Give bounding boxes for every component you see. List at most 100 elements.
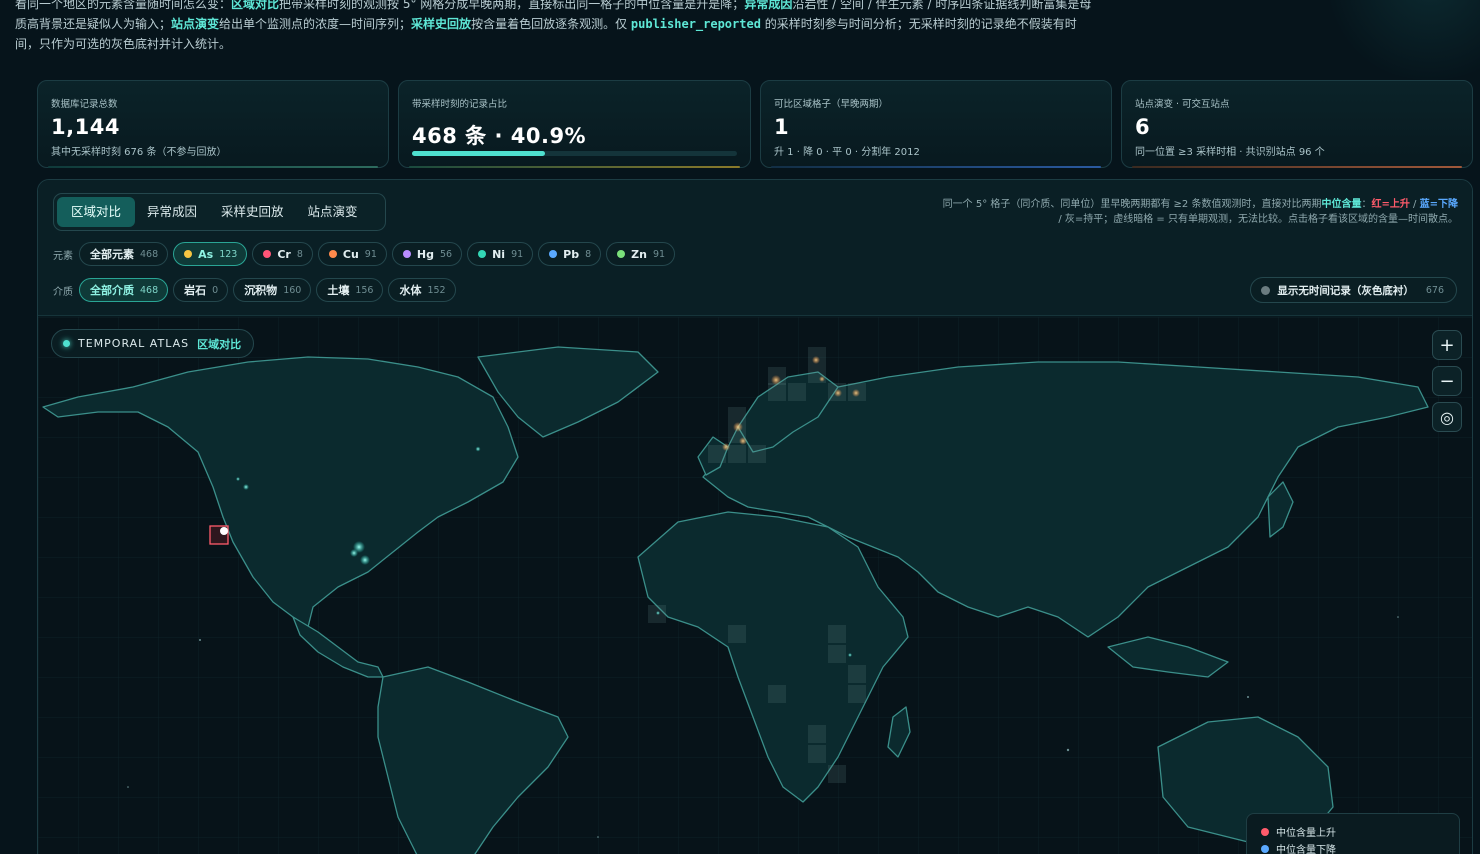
element-chip[interactable]: Hg 56 xyxy=(391,242,463,266)
stat-card-sites: 站点演变 · 可交互站点 6 同一位置 ≥3 采样时相 · 共识别站点 96 个 xyxy=(1121,80,1473,168)
element-chip-name: Pb xyxy=(563,247,580,261)
color-dot-icon xyxy=(549,250,558,258)
medium-chip-count: 468 xyxy=(140,284,159,296)
stat-label: 站点演变 · 可交互站点 xyxy=(1135,99,1230,110)
element-chip-name: Hg xyxy=(416,247,434,261)
element-chip-name: Ni xyxy=(492,247,506,261)
color-dot-icon xyxy=(184,250,193,258)
element-chip[interactable]: 全部元素 468 xyxy=(79,242,169,266)
medium-filter-label: 介质 xyxy=(53,286,73,298)
element-filter-label: 元素 xyxy=(53,250,73,262)
tab-sampling-replay[interactable]: 采样史回放 xyxy=(209,197,296,227)
element-chip-count: 123 xyxy=(219,248,238,260)
untimed-toggle-label: 显示无时间记录（灰色底衬） xyxy=(1277,284,1414,297)
element-chip-name: Cr xyxy=(277,247,291,261)
stat-sub: 其中无采样时刻 676 条（不参与回放） xyxy=(51,147,227,158)
intro-text: 看同一个地区的元素含量随时间怎么变：区域对比把带采样时刻的观测按 5° 网格分成… xyxy=(15,0,1105,54)
color-dot-icon xyxy=(263,250,272,258)
element-chip-count: 8 xyxy=(585,248,592,260)
stat-label: 可比区域格子（早晚两期） xyxy=(774,99,889,110)
color-dot-icon xyxy=(617,250,626,258)
atlas-mode: 区域对比 xyxy=(197,337,242,351)
tab-region-compare[interactable]: 区域对比 xyxy=(57,197,136,227)
medium-chip-count: 156 xyxy=(355,284,374,296)
medium-chip-count: 160 xyxy=(283,284,302,296)
selected-cell-marker xyxy=(220,527,228,535)
stat-value: 1 xyxy=(774,115,790,139)
tab-anomaly-cause[interactable]: 异常成因 xyxy=(135,197,209,227)
medium-chip[interactable]: 水体 152 xyxy=(388,278,456,302)
atlas-panel: 区域对比 异常成因 采样史回放 站点演变 同一个 5° 格子（同介质、同单位）里… xyxy=(37,179,1473,854)
element-chip[interactable]: Cu 91 xyxy=(317,242,387,266)
medium-chip[interactable]: 岩石 0 xyxy=(173,278,229,302)
atlas-title: TEMPORAL ATLAS xyxy=(78,337,190,350)
view-hint: 同一个 5° 格子（同介质、同单位）里早晚两期都有 ≥2 条数值观测时，直接对比… xyxy=(942,199,1458,225)
color-dot-icon xyxy=(478,250,487,258)
view-tabs: 区域对比 异常成因 采样史回放 站点演变 xyxy=(53,193,386,231)
timed-progress-bar xyxy=(412,151,737,156)
medium-chip[interactable]: 土壤 156 xyxy=(316,278,384,302)
intro-term-site: 站点演变 xyxy=(171,17,220,31)
element-chip-name: Cu xyxy=(342,247,359,261)
element-chip-count: 91 xyxy=(652,248,666,260)
zoom-out-button[interactable]: − xyxy=(1432,366,1462,396)
legend-item-rise: 中位含量上升 xyxy=(1261,823,1445,840)
locate-icon[interactable]: ◎ xyxy=(1432,402,1462,432)
legend-item-fall: 中位含量下降 xyxy=(1261,840,1445,854)
element-chip-name: 全部元素 xyxy=(90,248,134,261)
element-chip-count: 8 xyxy=(296,248,303,260)
progress-fill xyxy=(412,151,545,156)
stat-sub: 同一位置 ≥3 采样时相 · 共识别站点 96 个 xyxy=(1135,147,1325,158)
element-chip-count: 91 xyxy=(364,248,377,260)
world-map[interactable]: TEMPORAL ATLAS 区域对比 + − ◎ 中位含量上升 中位含量下降 xyxy=(38,317,1472,854)
untimed-records-toggle[interactable]: 显示无时间记录（灰色底衬） 676 xyxy=(1250,277,1457,303)
element-chip-count: 56 xyxy=(439,248,453,260)
stat-value: 468 条 · 40.9% xyxy=(412,124,587,148)
medium-chip-count: 152 xyxy=(427,284,446,296)
intro-term-anomaly: 异常成因 xyxy=(744,0,793,11)
medium-chip[interactable]: 沉积物 160 xyxy=(233,278,312,302)
stat-value: 1,144 xyxy=(51,115,120,139)
medium-chip-name: 全部介质 xyxy=(90,284,134,297)
untimed-toggle-count: 676 xyxy=(1425,284,1444,296)
toggle-dot xyxy=(1261,285,1271,295)
live-indicator xyxy=(63,340,70,347)
stat-value: 6 xyxy=(1135,115,1151,139)
medium-chip-count: 0 xyxy=(212,284,219,296)
background-glow xyxy=(1320,0,1480,80)
tab-site-evolution[interactable]: 站点演变 xyxy=(296,197,370,227)
stat-card-cells: 可比区域格子（早晚两期） 1 升 1 · 降 0 · 平 0 · 分割年 201… xyxy=(760,80,1112,168)
medium-chip-name: 岩石 xyxy=(184,284,207,297)
zoom-in-button[interactable]: + xyxy=(1432,330,1462,360)
intro-term-region: 区域对比 xyxy=(231,0,280,11)
element-chip-name: As xyxy=(198,247,214,261)
element-chip[interactable]: As 123 xyxy=(173,242,248,266)
element-chip-count: 91 xyxy=(511,248,524,260)
stat-label: 数据库记录总数 xyxy=(51,99,118,110)
color-dot-icon xyxy=(328,250,337,258)
legend-swatch-fall xyxy=(1261,844,1269,853)
medium-filter: 介质 全部介质 468 岩石 0 沉积物 160 土壤 156 水体 152 xyxy=(53,278,461,302)
controls-bar: 区域对比 异常成因 采样史回放 站点演变 同一个 5° 格子（同介质、同单位）里… xyxy=(38,180,1472,316)
medium-chip-name: 水体 xyxy=(399,284,422,297)
element-chip-count: 468 xyxy=(140,248,159,260)
element-chip[interactable]: Cr 8 xyxy=(252,242,313,266)
stat-card-timed: 带采样时刻的记录占比 468 条 · 40.9% xyxy=(398,80,751,168)
element-filter: 元素 全部元素 468 As 123 Cr 8 Cu 91 Hg 56 Ni 91 Pb 8 Zn 91 xyxy=(53,242,680,266)
intro-term-publisher: publisher_reported xyxy=(630,17,761,31)
medium-chip[interactable]: 全部介质 468 xyxy=(79,278,169,302)
stat-sub: 升 1 · 降 0 · 平 0 · 分割年 2012 xyxy=(774,147,920,158)
element-chip[interactable]: Zn 91 xyxy=(606,242,676,266)
atlas-badge: TEMPORAL ATLAS 区域对比 xyxy=(51,329,255,358)
element-chip[interactable]: Ni 91 xyxy=(467,242,534,266)
element-chip[interactable]: Pb 8 xyxy=(538,242,602,266)
element-chip-name: Zn xyxy=(631,247,647,261)
stat-card-total: 数据库记录总数 1,144 其中无采样时刻 676 条（不参与回放） xyxy=(37,80,389,168)
stat-label: 带采样时刻的记录占比 xyxy=(412,99,508,110)
medium-chip-name: 土壤 xyxy=(327,284,350,297)
map-canvas xyxy=(38,317,1472,854)
intro-term-replay: 采样史回放 xyxy=(411,17,472,31)
color-dot-icon xyxy=(402,250,411,258)
map-legend: 中位含量上升 中位含量下降 xyxy=(1246,813,1460,854)
legend-swatch-rise xyxy=(1261,827,1269,836)
